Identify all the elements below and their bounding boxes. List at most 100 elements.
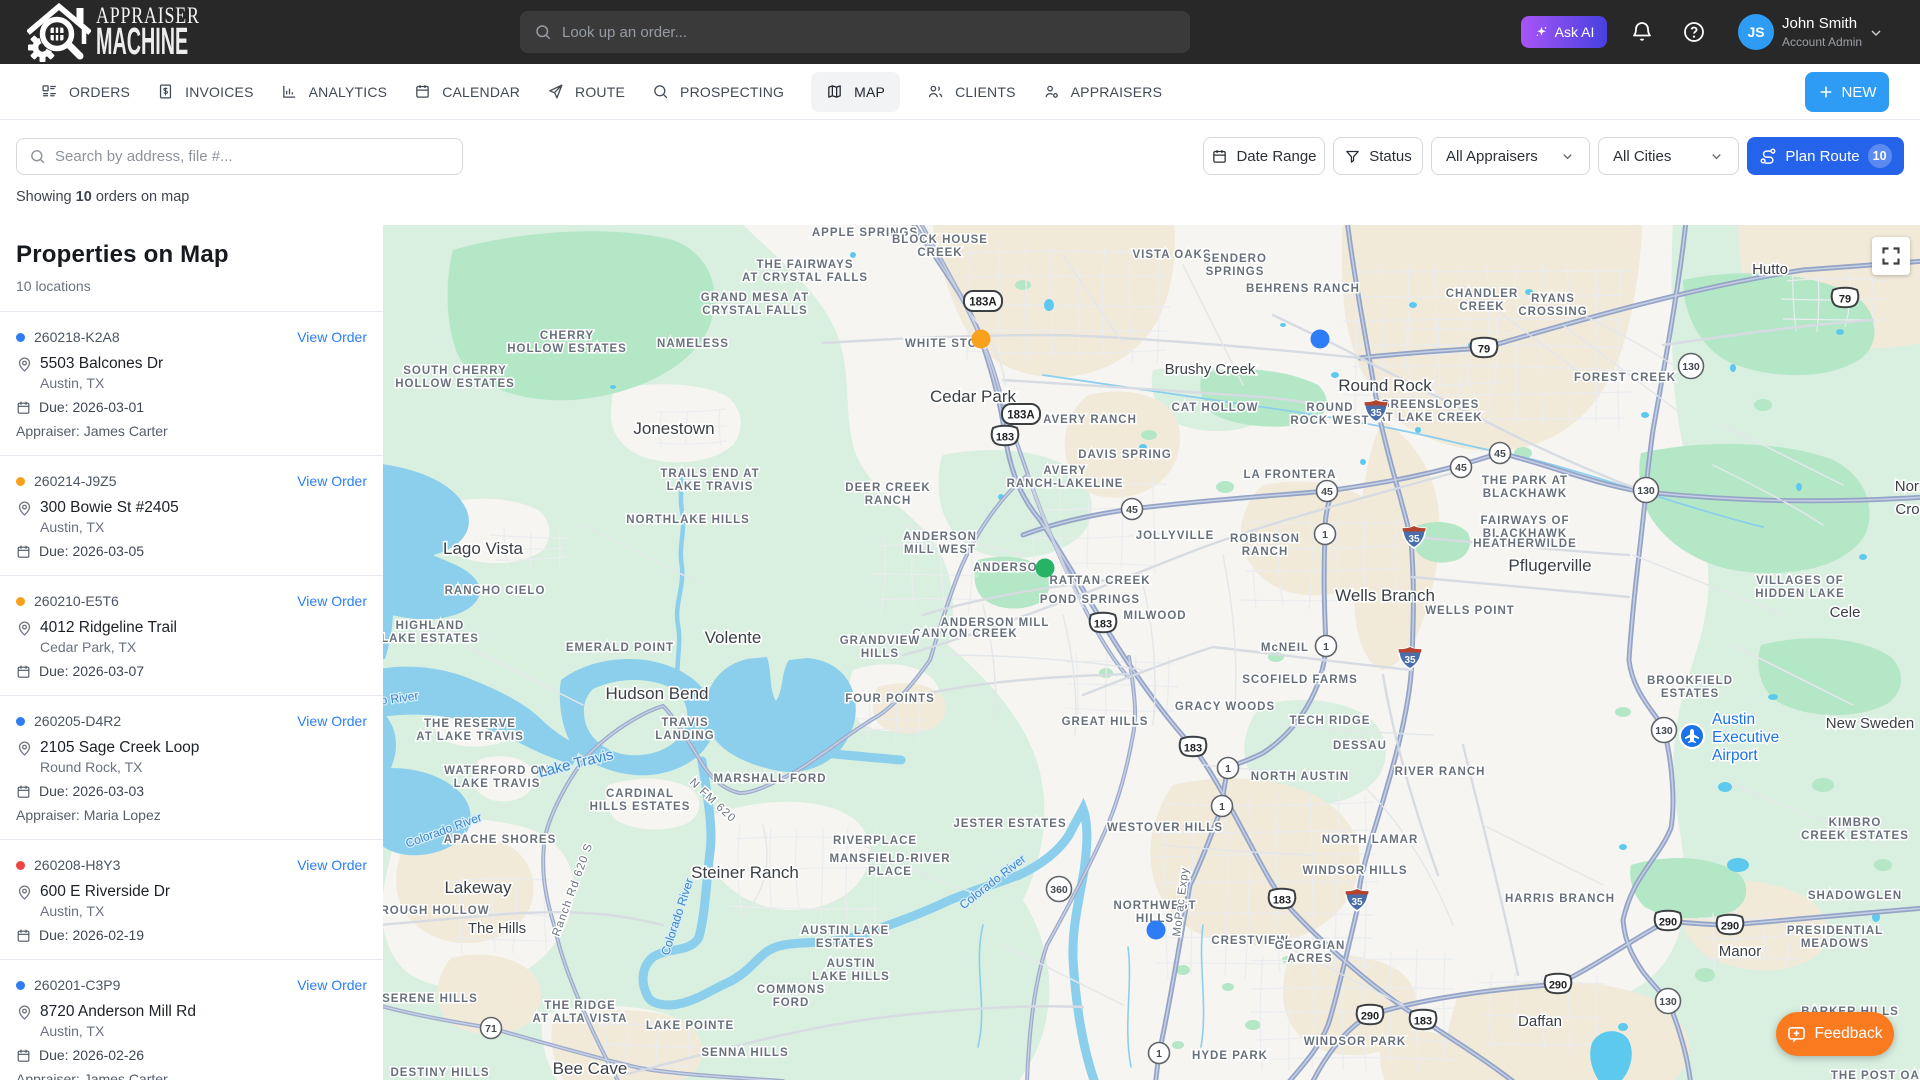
svg-text:Bee Cave: Bee Cave <box>553 1059 628 1078</box>
svg-text:Hudson Bend: Hudson Bend <box>605 684 708 703</box>
svg-text:AUSTIN: AUSTIN <box>827 958 876 970</box>
svg-text:Norn: Norn <box>1895 478 1920 495</box>
svg-text:LAKE TRAVIS: LAKE TRAVIS <box>667 481 754 493</box>
svg-text:COMMONS: COMMONS <box>757 984 825 996</box>
svg-text:HIGHLAND: HIGHLAND <box>396 620 465 632</box>
svg-text:290: 290 <box>1659 917 1677 929</box>
svg-text:THE RESERVE: THE RESERVE <box>424 718 516 730</box>
svg-text:1: 1 <box>1156 1048 1162 1060</box>
svg-text:RANCH: RANCH <box>1242 546 1289 558</box>
svg-text:130: 130 <box>1659 996 1677 1008</box>
svg-text:DESSAU: DESSAU <box>1333 740 1387 752</box>
svg-text:BROOKFIELD: BROOKFIELD <box>1647 675 1733 687</box>
svg-text:130: 130 <box>1682 361 1700 373</box>
svg-text:MILL WEST: MILL WEST <box>904 544 976 556</box>
svg-text:ACRES: ACRES <box>1287 953 1332 965</box>
svg-text:TECH RIDGE: TECH RIDGE <box>1290 715 1371 727</box>
svg-text:KIMBRO: KIMBRO <box>1829 817 1882 829</box>
svg-text:Manor: Manor <box>1719 943 1762 960</box>
svg-text:ROUND: ROUND <box>1306 402 1353 414</box>
svg-text:183A: 183A <box>969 297 997 309</box>
svg-text:360: 360 <box>1050 884 1068 896</box>
svg-text:CAT HOLLOW: CAT HOLLOW <box>1171 402 1258 414</box>
svg-text:VILLAGES OF: VILLAGES OF <box>1756 575 1844 587</box>
svg-text:Wells Branch: Wells Branch <box>1335 586 1435 605</box>
svg-text:SENNA HILLS: SENNA HILLS <box>701 1047 788 1059</box>
svg-text:Lakeway: Lakeway <box>444 878 512 897</box>
svg-text:ESTATES: ESTATES <box>816 938 874 950</box>
svg-text:THE RIDGE: THE RIDGE <box>544 1000 616 1012</box>
svg-text:Round Rock: Round Rock <box>1338 376 1432 395</box>
svg-text:LAKE POINTE: LAKE POINTE <box>646 1020 734 1032</box>
svg-text:HOLLOW ESTATES: HOLLOW ESTATES <box>507 343 627 355</box>
svg-text:79: 79 <box>1478 344 1490 356</box>
svg-text:35: 35 <box>1351 897 1363 908</box>
svg-text:ANDERSON: ANDERSON <box>903 531 977 543</box>
svg-text:THE PARK AT: THE PARK AT <box>1482 475 1568 487</box>
svg-text:CREEK ESTATES: CREEK ESTATES <box>1801 830 1909 842</box>
svg-text:290: 290 <box>1361 1011 1379 1023</box>
svg-text:HEATHERWILDE: HEATHERWILDE <box>1473 538 1577 550</box>
svg-text:GEORGIAN: GEORGIAN <box>1275 940 1346 952</box>
svg-text:TRAVIS: TRAVIS <box>661 717 708 729</box>
svg-text:183: 183 <box>1094 619 1112 631</box>
svg-text:ROBINSON: ROBINSON <box>1230 533 1300 545</box>
svg-text:SENDERO: SENDERO <box>1203 253 1267 265</box>
svg-text:POND SPRINGS: POND SPRINGS <box>1040 594 1140 606</box>
svg-text:RANCH: RANCH <box>865 495 912 507</box>
svg-text:Pflugerville: Pflugerville <box>1508 556 1591 575</box>
svg-text:RIVER RANCH: RIVER RANCH <box>1395 766 1486 778</box>
svg-text:EMERALD POINT: EMERALD POINT <box>566 642 674 654</box>
svg-text:45: 45 <box>1455 462 1467 474</box>
svg-text:LAKE TRAVIS: LAKE TRAVIS <box>454 778 541 790</box>
svg-text:AT LAKE CREEK: AT LAKE CREEK <box>1377 412 1482 424</box>
svg-text:THE FAIRWAYS: THE FAIRWAYS <box>757 259 854 271</box>
svg-text:LANDING: LANDING <box>655 730 714 742</box>
svg-text:CREEK: CREEK <box>1459 301 1504 313</box>
svg-text:LAKE ESTATES: LAKE ESTATES <box>383 633 479 645</box>
svg-text:45: 45 <box>1321 486 1333 498</box>
svg-text:SHADOWGLEN: SHADOWGLEN <box>1808 890 1902 902</box>
svg-text:HIDDEN LAKE: HIDDEN LAKE <box>1755 588 1845 600</box>
svg-text:130: 130 <box>1637 485 1655 497</box>
svg-text:NORTHLAKE HILLS: NORTHLAKE HILLS <box>626 514 750 526</box>
svg-text:DAVIS SPRING: DAVIS SPRING <box>1078 449 1172 461</box>
svg-text:DEER CREEK: DEER CREEK <box>845 482 930 494</box>
svg-text:HOLLOW ESTATES: HOLLOW ESTATES <box>395 378 515 390</box>
svg-text:CRYSTAL FALLS: CRYSTAL FALLS <box>702 305 807 317</box>
svg-text:CHANDLER: CHANDLER <box>1446 288 1519 300</box>
svg-text:GREAT HILLS: GREAT HILLS <box>1062 716 1149 728</box>
svg-text:TRAILS END AT: TRAILS END AT <box>660 468 759 480</box>
svg-text:BEHRENS RANCH: BEHRENS RANCH <box>1246 283 1360 295</box>
svg-text:GRACY WOODS: GRACY WOODS <box>1175 701 1275 713</box>
svg-text:NORTH AUSTIN: NORTH AUSTIN <box>1251 771 1349 783</box>
svg-text:FOUR POINTS: FOUR POINTS <box>845 693 935 705</box>
svg-text:35: 35 <box>1408 534 1420 545</box>
svg-text:McNEIL: McNEIL <box>1261 642 1309 654</box>
svg-text:SOUTH CHERRY: SOUTH CHERRY <box>403 365 507 377</box>
svg-text:New Sweden: New Sweden <box>1826 715 1914 732</box>
svg-text:MANSFIELD-RIVER: MANSFIELD-RIVER <box>829 853 950 865</box>
svg-text:SPRINGS: SPRINGS <box>1206 266 1265 278</box>
svg-text:ROUGH HOLLOW: ROUGH HOLLOW <box>383 905 490 917</box>
svg-text:RYANS: RYANS <box>1531 293 1575 305</box>
svg-text:CARDINAL: CARDINAL <box>606 788 674 800</box>
svg-text:RATTAN CREEK: RATTAN CREEK <box>1049 575 1150 587</box>
svg-text:71: 71 <box>485 1023 497 1035</box>
svg-text:WESTOVER HILLS: WESTOVER HILLS <box>1107 822 1223 834</box>
svg-text:RANCH-LAKELINE: RANCH-LAKELINE <box>1007 478 1124 490</box>
svg-text:GRAND MESA AT: GRAND MESA AT <box>701 292 809 304</box>
svg-text:PLACE: PLACE <box>868 866 912 878</box>
svg-text:290: 290 <box>1721 921 1739 933</box>
svg-text:183: 183 <box>996 432 1014 444</box>
svg-text:The Hills: The Hills <box>468 920 526 937</box>
svg-text:MARSHALL FORD: MARSHALL FORD <box>713 773 826 785</box>
svg-text:Jonestown: Jonestown <box>633 419 714 438</box>
svg-text:Steiner Ranch: Steiner Ranch <box>691 863 799 882</box>
svg-text:AUSTIN LAKE: AUSTIN LAKE <box>801 925 889 937</box>
svg-text:RIVERPLACE: RIVERPLACE <box>833 835 917 847</box>
svg-text:HILLS ESTATES: HILLS ESTATES <box>590 801 691 813</box>
svg-text:Daffan: Daffan <box>1518 1013 1562 1030</box>
svg-text:BLOCK HOUSE: BLOCK HOUSE <box>892 234 988 246</box>
svg-text:Volente: Volente <box>705 628 762 647</box>
